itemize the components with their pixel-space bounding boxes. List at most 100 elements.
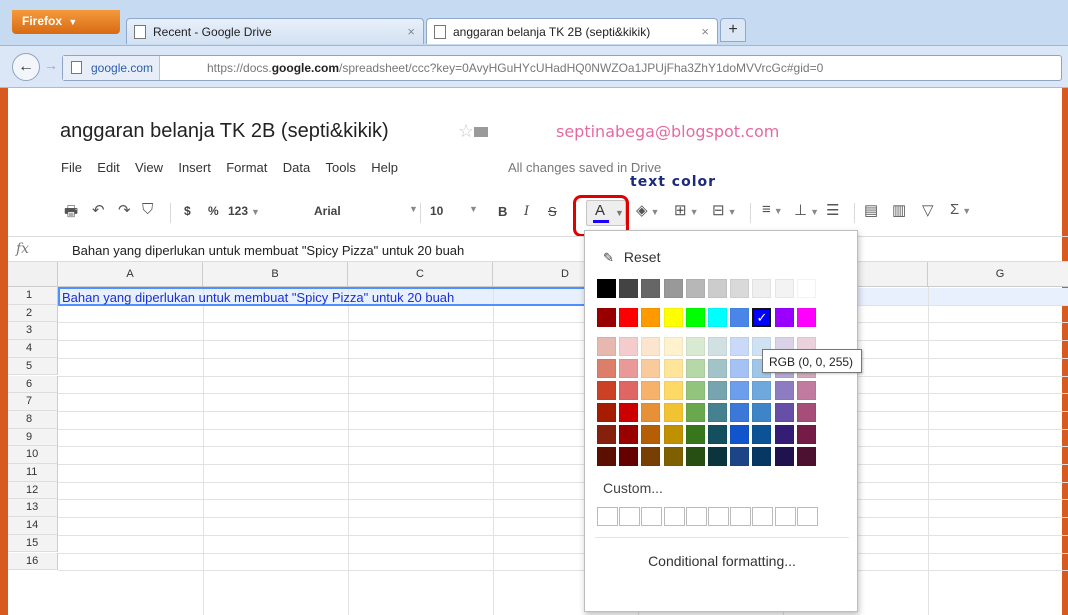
bold-button[interactable]: B: [498, 204, 507, 219]
menu-view[interactable]: View: [135, 160, 163, 175]
row-header-11[interactable]: 11: [8, 464, 58, 482]
color-swatch[interactable]: [619, 447, 639, 466]
color-swatch[interactable]: [663, 337, 683, 356]
row-header-16[interactable]: 16: [8, 552, 58, 571]
color-swatch[interactable]: [685, 337, 705, 356]
custom-color-slot[interactable]: [730, 507, 752, 526]
color-swatch[interactable]: [597, 447, 616, 466]
merge-cells-icon[interactable]: ⊟ ▼: [712, 201, 737, 219]
custom-color-slot[interactable]: [796, 507, 818, 526]
number-format-button[interactable]: 123 ▼: [228, 204, 260, 218]
color-swatch[interactable]: [730, 359, 750, 378]
row-header-7[interactable]: 7: [8, 393, 58, 411]
strikethrough-button[interactable]: S: [548, 204, 557, 219]
color-swatch[interactable]: [796, 381, 816, 400]
row-header-4[interactable]: 4: [8, 340, 58, 358]
column-header-b[interactable]: B: [203, 262, 348, 287]
formula-input[interactable]: Bahan yang diperlukan untuk membuat "Spi…: [72, 243, 464, 258]
back-button[interactable]: ←: [12, 53, 40, 81]
color-swatch[interactable]: [685, 359, 705, 378]
color-swatch[interactable]: [663, 425, 683, 444]
folder-icon[interactable]: [474, 127, 488, 137]
color-swatch[interactable]: [663, 447, 683, 466]
font-size-select[interactable]: 10: [430, 204, 443, 218]
color-swatch[interactable]: [641, 359, 661, 378]
color-swatch[interactable]: [752, 447, 772, 466]
custom-color-slot[interactable]: [619, 507, 641, 526]
color-swatch[interactable]: [752, 425, 772, 444]
color-swatch[interactable]: [774, 403, 794, 422]
select-all-corner[interactable]: [8, 262, 58, 287]
color-swatch[interactable]: [663, 381, 683, 400]
row-header-9[interactable]: 9: [8, 428, 58, 447]
redo-icon[interactable]: ↷: [118, 201, 131, 219]
conditional-formatting-option[interactable]: Conditional formatting...: [585, 553, 859, 569]
color-swatch[interactable]: [641, 381, 661, 400]
functions-icon[interactable]: Σ ▼: [950, 201, 971, 218]
undo-icon[interactable]: ↶: [92, 201, 105, 219]
menu-format[interactable]: Format: [226, 160, 267, 175]
menu-file[interactable]: File: [61, 160, 82, 175]
row-header-13[interactable]: 13: [8, 499, 58, 518]
color-swatch[interactable]: [730, 337, 750, 356]
currency-format-button[interactable]: $: [184, 204, 191, 218]
menu-edit[interactable]: Edit: [97, 160, 119, 175]
star-icon[interactable]: ☆: [458, 121, 474, 142]
row-header-10[interactable]: 10: [8, 446, 58, 464]
menu-data[interactable]: Data: [283, 160, 310, 175]
color-swatch[interactable]: [708, 279, 727, 298]
color-swatch[interactable]: [774, 447, 794, 466]
color-swatch[interactable]: [597, 337, 616, 356]
color-swatch[interactable]: [597, 381, 616, 400]
align-left-icon[interactable]: ≡ ▼: [762, 201, 783, 218]
color-swatch[interactable]: [774, 381, 794, 400]
chevron-down-icon[interactable]: ▼: [469, 204, 478, 214]
color-swatch[interactable]: [597, 425, 616, 444]
color-swatch[interactable]: [730, 447, 750, 466]
color-swatch[interactable]: [708, 447, 727, 466]
reset-color-option[interactable]: ✎ Reset: [603, 249, 660, 266]
document-title[interactable]: anggaran belanja TK 2B (septi&kikik): [60, 120, 389, 143]
row-header-12[interactable]: 12: [8, 481, 58, 500]
row-header-2[interactable]: 2: [8, 304, 58, 323]
color-swatch[interactable]: [730, 425, 750, 444]
color-swatch[interactable]: [708, 337, 727, 356]
custom-color-slot[interactable]: [663, 507, 685, 526]
color-swatch[interactable]: [619, 403, 639, 422]
color-swatch[interactable]: [663, 359, 683, 378]
wrap-text-icon[interactable]: ☰: [826, 201, 839, 219]
color-swatch[interactable]: [597, 308, 616, 327]
percent-format-button[interactable]: %: [208, 204, 219, 218]
color-swatch[interactable]: [752, 381, 772, 400]
color-swatch[interactable]: [619, 425, 639, 444]
vertical-align-icon[interactable]: ⊥ ▼: [794, 201, 819, 219]
custom-color-slot[interactable]: [708, 507, 729, 526]
color-swatch-selected[interactable]: ✓: [752, 308, 772, 327]
chevron-down-icon[interactable]: ▼: [409, 204, 418, 214]
color-swatch[interactable]: [619, 308, 639, 327]
custom-color-slot[interactable]: [641, 507, 663, 526]
address-bar[interactable]: google.com https://docs.google.com/sprea…: [62, 55, 1062, 81]
tab-recent-google-drive[interactable]: Recent - Google Drive ×: [126, 18, 424, 44]
color-swatch[interactable]: [619, 279, 639, 298]
color-swatch[interactable]: [685, 279, 705, 298]
color-swatch[interactable]: [796, 308, 816, 327]
custom-color-option[interactable]: Custom...: [603, 480, 663, 496]
column-header-g[interactable]: G: [928, 262, 1068, 287]
column-header-c[interactable]: C: [348, 262, 493, 287]
new-tab-button[interactable]: +: [720, 18, 746, 42]
forward-button[interactable]: →: [44, 57, 58, 73]
comment-icon[interactable]: ▤: [864, 201, 878, 219]
font-family-select[interactable]: Arial: [314, 204, 341, 218]
color-swatch[interactable]: [685, 308, 705, 327]
color-swatch[interactable]: [597, 279, 616, 298]
color-swatch[interactable]: [708, 381, 727, 400]
color-swatch[interactable]: [663, 279, 683, 298]
spreadsheet-grid[interactable]: ABCDEFG12345678910111213141516Bahan yang…: [8, 262, 1068, 615]
color-swatch[interactable]: [708, 403, 727, 422]
tab-anggaran-belanja[interactable]: anggaran belanja TK 2B (septi&kikik) ×: [426, 18, 718, 44]
color-swatch[interactable]: [752, 279, 772, 298]
color-swatch[interactable]: [730, 403, 750, 422]
site-identity[interactable]: google.com: [63, 56, 161, 80]
menu-insert[interactable]: Insert: [178, 160, 211, 175]
